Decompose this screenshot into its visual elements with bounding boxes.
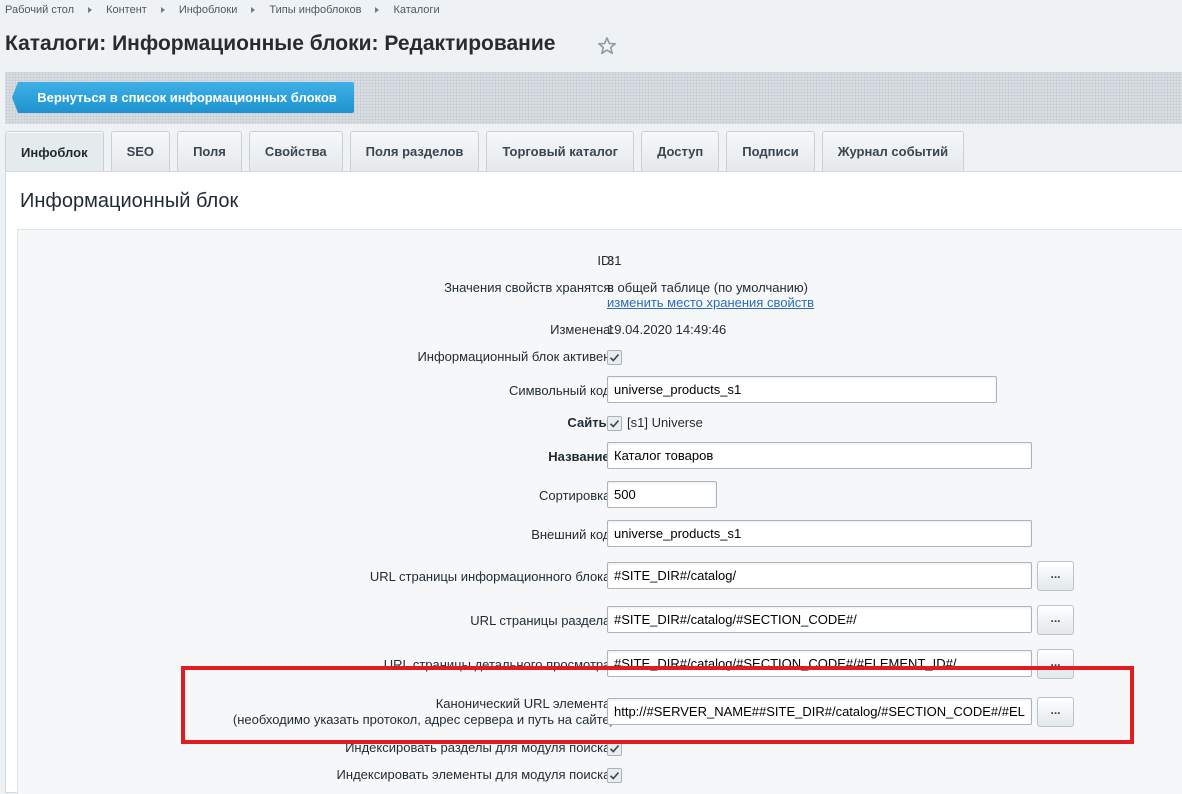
name-input[interactable] [607,442,1032,469]
detail-url-label: URL страницы детального просмотра: [383,657,614,672]
index-sections-checkbox[interactable] [607,741,622,756]
checkmark-icon [609,419,620,428]
list-url-insert-button[interactable]: ... [1037,561,1074,591]
star-icon[interactable] [597,36,617,56]
tab-access[interactable]: Доступ [641,131,720,171]
breadcrumb: Рабочий стол Контент Инфоблоки Типы инфо… [5,3,440,17]
breadcrumb-item-desktop[interactable]: Рабочий стол [5,4,74,16]
canonical-url-label: Канонический URL элемента: (необходимо у… [233,696,614,728]
active-checkbox[interactable] [607,350,622,365]
tab-properties[interactable]: Свойства [248,131,343,171]
index-sections-label: Индексировать разделы для модуля поиска: [345,740,614,755]
canonical-url-input[interactable] [607,698,1032,725]
chevron-right-icon [160,7,165,13]
xml-id-input[interactable] [607,520,1032,547]
tab-seo[interactable]: SEO [110,131,171,171]
modified-label: Изменена: [550,322,614,337]
storage-value: в общей таблице (по умолчанию) [607,280,809,295]
chevron-right-icon [251,7,256,13]
tab-captions[interactable]: Подписи [726,131,815,171]
modified-value: 19.04.2020 14:49:46 [607,322,727,337]
tab-event-log[interactable]: Журнал событий [821,131,965,171]
section-title: Информационный блок [20,190,239,212]
canonical-url-label-hint: (необходимо указать протокол, адрес серв… [232,712,614,727]
tab-trade-catalog[interactable]: Торговый каталог [486,131,635,171]
site-s1-label: [s1] Universe [627,415,703,430]
code-label: Символьный код: [508,383,614,398]
site-s1-checkbox[interactable] [607,416,622,431]
checkmark-icon [609,744,620,753]
iblock-form: ID: 31 Значения свойств хранятся: в обще… [17,229,1182,794]
sort-label: Сортировка: [539,488,614,503]
sort-input[interactable] [607,481,717,508]
tab-bar: Инфоблок SEO Поля Свойства Поля разделов… [5,131,971,172]
tab-panel: Информационный блок ID: 31 Значения свой… [5,171,1182,794]
tab-iblock[interactable]: Инфоблок [5,131,104,172]
chevron-right-icon [88,7,93,13]
index-elements-label: Индексировать элементы для модуля поиска… [336,767,614,782]
checkmark-icon [609,353,620,362]
change-storage-link[interactable]: изменить место хранения свойств [607,295,814,310]
active-label: Информационный блок активен: [417,349,614,364]
canonical-url-label-title: Канонический URL элемента: [435,696,614,711]
breadcrumb-item-iblocks[interactable]: Инфоблоки [179,4,238,16]
breadcrumb-item-catalogs[interactable]: Каталоги [393,4,439,16]
detail-url-insert-button[interactable]: ... [1037,649,1074,679]
canonical-url-insert-button[interactable]: ... [1037,697,1074,727]
index-elements-checkbox[interactable] [607,768,622,783]
list-url-input[interactable] [607,562,1032,589]
name-label: Название: [548,449,614,464]
list-url-label: URL страницы информационного блока: [369,569,614,584]
section-url-label: URL страницы раздела: [470,613,614,628]
code-input[interactable] [607,376,997,403]
tab-section-fields[interactable]: Поля разделов [349,131,480,171]
id-value: 31 [607,253,622,268]
xml-id-label: Внешний код: [531,527,614,542]
toolbar: Вернуться в список информационных блоков [5,72,1182,124]
tab-fields[interactable]: Поля [177,131,242,171]
breadcrumb-item-iblock-types[interactable]: Типы инфоблоков [269,4,361,16]
page-title: Каталоги: Информационные блоки: Редактир… [5,32,556,55]
section-url-input[interactable] [607,606,1032,633]
chevron-right-icon [375,7,380,13]
breadcrumb-item-content[interactable]: Контент [106,4,147,16]
detail-url-input[interactable] [607,650,1032,677]
checkmark-icon [609,771,620,780]
section-url-insert-button[interactable]: ... [1037,605,1074,635]
storage-label: Значения свойств хранятся: [444,280,614,295]
back-to-list-button[interactable]: Вернуться в список информационных блоков [12,82,354,113]
